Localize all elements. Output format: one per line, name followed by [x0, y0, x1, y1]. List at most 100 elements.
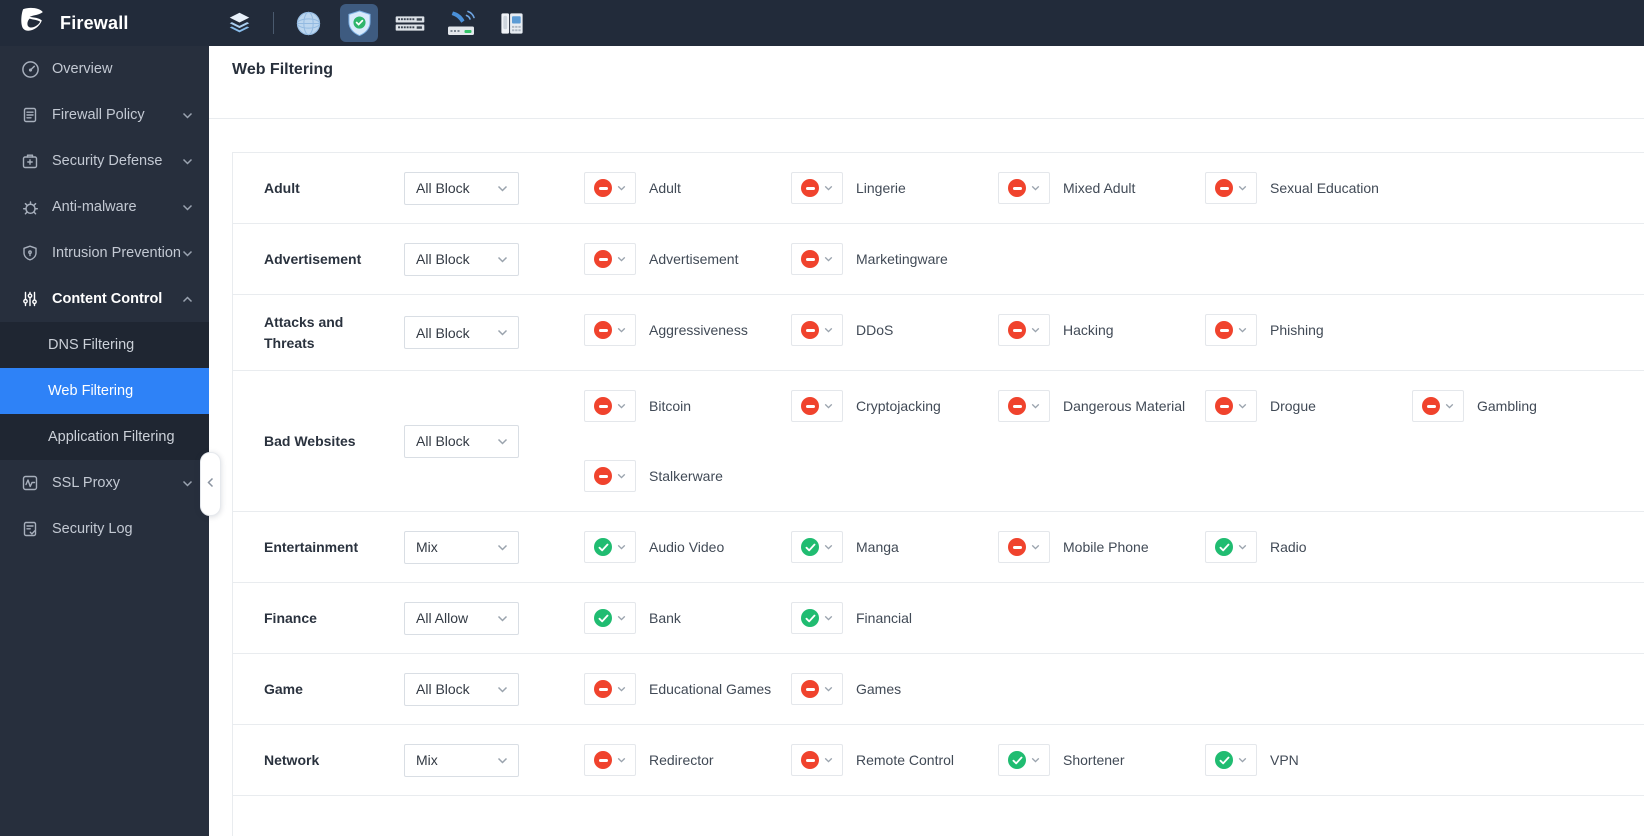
chevron-down-icon — [824, 757, 833, 763]
item-state-dropdown[interactable] — [584, 460, 636, 492]
item-state-dropdown[interactable] — [1412, 390, 1464, 422]
sidebar-subitem-label: Web Filtering — [48, 383, 134, 399]
category-item-label: Gambling — [1477, 397, 1537, 414]
chevron-down-icon — [1031, 757, 1040, 763]
item-state-dropdown[interactable] — [584, 172, 636, 204]
item-state-dropdown[interactable] — [998, 172, 1050, 204]
mode-select[interactable]: All Block — [404, 171, 519, 205]
mode-select[interactable]: Mix — [404, 530, 519, 564]
mode-select-value: Mix — [416, 752, 438, 768]
block-icon — [1008, 321, 1026, 339]
item-state-dropdown[interactable] — [998, 744, 1050, 776]
item-state-dropdown[interactable] — [1205, 531, 1257, 563]
chevron-down-icon — [1031, 544, 1040, 550]
block-icon — [1215, 321, 1233, 339]
sidebar-item-label: SSL Proxy — [52, 475, 120, 491]
voip-phone-icon[interactable] — [442, 4, 480, 42]
category-item: Bank — [584, 583, 791, 653]
chevron-down-icon — [182, 112, 193, 119]
category-item-label: Mobile Phone — [1063, 538, 1149, 555]
category-item-label: Phishing — [1270, 321, 1324, 338]
item-state-dropdown[interactable] — [584, 390, 636, 422]
sidebar-item-anti-malware[interactable]: Anti-malware — [0, 184, 209, 230]
block-icon — [1008, 179, 1026, 197]
mode-select-value: All Block — [416, 251, 470, 267]
sidebar-item-dns-filtering[interactable]: DNS Filtering — [0, 322, 209, 368]
chevron-down-icon — [497, 757, 508, 764]
mode-select[interactable]: All Allow — [404, 601, 519, 635]
item-state-dropdown[interactable] — [584, 243, 636, 275]
sidebar-item-security-defense[interactable]: Security Defense — [0, 138, 209, 184]
item-state-dropdown[interactable] — [791, 531, 843, 563]
sidebar-item-firewall-policy[interactable]: Firewall Policy — [0, 92, 209, 138]
item-state-dropdown[interactable] — [1205, 744, 1257, 776]
item-state-dropdown[interactable] — [998, 531, 1050, 563]
item-state-dropdown[interactable] — [584, 531, 636, 563]
layers-icon[interactable] — [220, 4, 258, 42]
page-title: Web Filtering — [232, 61, 334, 78]
topbar-divider — [273, 12, 274, 34]
sidebar-item-label: Anti-malware — [52, 199, 137, 215]
block-icon — [594, 680, 612, 698]
category-label: Advertisement — [264, 250, 362, 267]
item-state-dropdown[interactable] — [791, 602, 843, 634]
mode-select[interactable]: All Block — [404, 242, 519, 276]
item-state-dropdown[interactable] — [791, 172, 843, 204]
category-label: Entertainment — [264, 538, 359, 555]
item-state-dropdown[interactable] — [584, 673, 636, 705]
item-state-dropdown[interactable] — [1205, 172, 1257, 204]
category-label: Attacks and Threats — [264, 314, 344, 351]
item-state-dropdown[interactable] — [998, 390, 1050, 422]
item-state-dropdown[interactable] — [791, 390, 843, 422]
item-state-dropdown[interactable] — [791, 673, 843, 705]
item-state-dropdown[interactable] — [584, 602, 636, 634]
bug-icon — [20, 198, 40, 217]
category-item-label: Redirector — [649, 751, 714, 768]
ssl-proxy-icon — [20, 474, 40, 492]
security-shield-icon[interactable] — [340, 4, 378, 42]
sidebar-item-security-log[interactable]: Security Log — [0, 506, 209, 552]
mode-select[interactable]: All Block — [404, 316, 519, 349]
item-state-dropdown[interactable] — [791, 744, 843, 776]
chevron-down-icon — [824, 615, 833, 621]
item-state-dropdown[interactable] — [1205, 390, 1257, 422]
item-state-dropdown[interactable] — [584, 314, 636, 346]
sidebar-item-content-control[interactable]: Content Control — [0, 276, 209, 322]
category-item-label: Lingerie — [856, 179, 906, 196]
fax-phone-icon[interactable] — [493, 4, 531, 42]
chevron-down-icon — [1031, 403, 1040, 409]
sidebar-item-ssl-proxy[interactable]: SSL Proxy — [0, 460, 209, 506]
chevron-down-icon — [497, 615, 508, 622]
block-icon — [801, 250, 819, 268]
item-state-dropdown[interactable] — [791, 314, 843, 346]
switch-icon[interactable] — [391, 4, 429, 42]
category-item-label: Sexual Education — [1270, 179, 1379, 196]
sliders-icon — [20, 290, 40, 308]
sidebar-item-overview[interactable]: Overview — [0, 46, 209, 92]
item-state-dropdown[interactable] — [998, 314, 1050, 346]
network-globe-icon[interactable] — [289, 4, 327, 42]
item-state-dropdown[interactable] — [584, 744, 636, 776]
item-state-dropdown[interactable] — [1205, 314, 1257, 346]
mode-select[interactable]: Mix — [404, 743, 519, 777]
sidebar-item-intrusion-prevention[interactable]: Intrusion Prevention — [0, 230, 209, 276]
chevron-down-icon — [1445, 403, 1454, 409]
chevron-down-icon — [497, 329, 508, 336]
chevron-down-icon — [617, 185, 626, 191]
category-item: Lingerie — [791, 153, 998, 223]
mode-select-value: All Allow — [416, 610, 469, 626]
chevron-down-icon — [617, 473, 626, 479]
mode-select[interactable]: All Block — [404, 424, 519, 458]
allow-icon — [801, 538, 819, 556]
sidebar-item-web-filtering[interactable]: Web Filtering — [0, 368, 209, 414]
category-item: Bitcoin — [584, 371, 791, 441]
chevron-up-icon — [182, 295, 193, 303]
chevron-down-icon — [617, 256, 626, 262]
sidebar-collapse-handle[interactable] — [200, 452, 221, 516]
item-state-dropdown[interactable] — [791, 243, 843, 275]
mode-select[interactable]: All Block — [404, 672, 519, 706]
sidebar-item-application-filtering[interactable]: Application Filtering — [0, 414, 209, 460]
chevron-down-icon — [617, 403, 626, 409]
block-icon — [594, 321, 612, 339]
topbar: Firewall — [0, 0, 1644, 46]
